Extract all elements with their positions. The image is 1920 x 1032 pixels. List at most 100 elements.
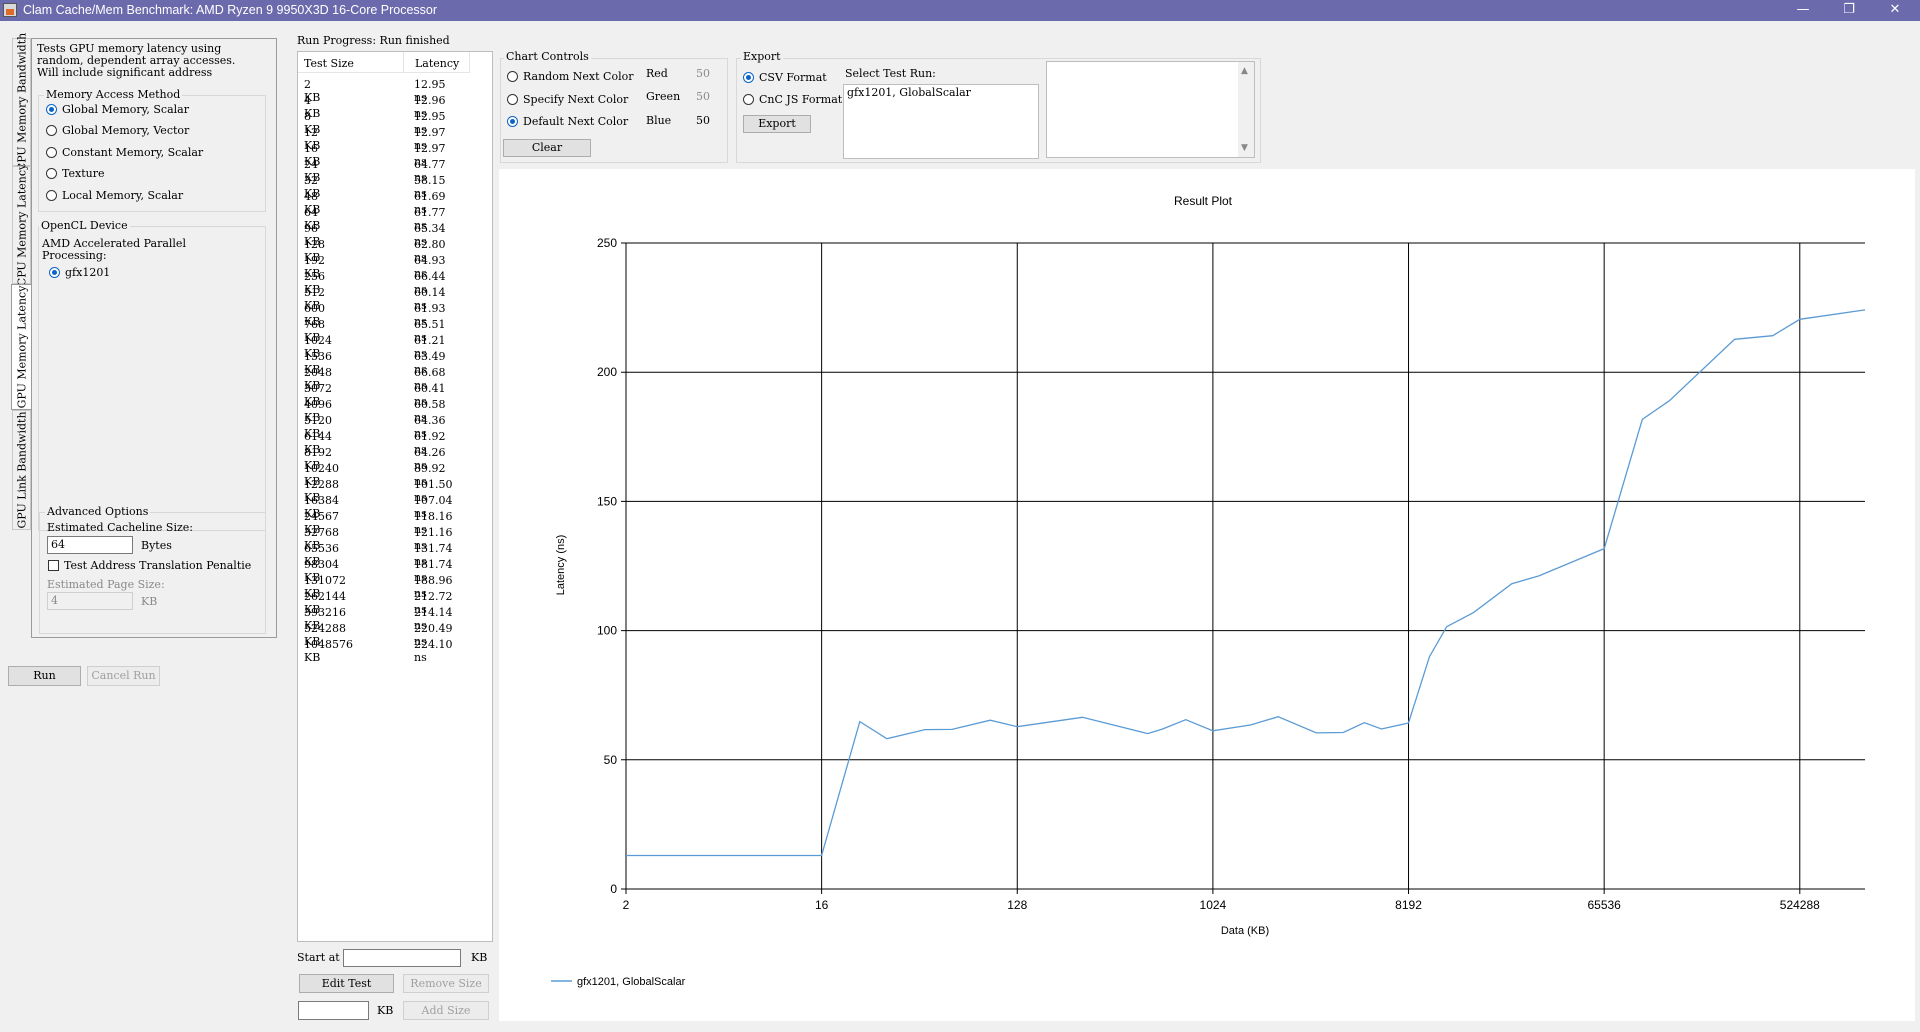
tlb-checkbox[interactable] [48,560,59,571]
cancel-run-button[interactable]: Cancel Run [87,666,160,686]
green-value[interactable]: 50 [696,90,710,103]
red-value[interactable]: 50 [696,67,710,80]
y-axis-label: Latency (ns) [555,535,567,596]
app-icon [3,3,17,17]
test-size-cell: 1048576 KB [304,638,353,664]
tlb-label: Test Address Translation Penaltie [64,559,252,572]
add-size-button[interactable]: Add Size [403,1001,489,1020]
x-tick-label: 65536 [1587,898,1621,912]
export-title: Export [741,50,783,63]
tab-gpu-memory-latency[interactable]: GPU Memory Latency [11,284,32,410]
radio-local-scalar[interactable] [46,190,57,201]
scroll-up-icon[interactable]: ▲ [1241,66,1248,76]
x-tick-label: 524288 [1780,898,1820,912]
y-tick-label: 100 [597,624,617,638]
label-csv-format: CSV Format [759,71,827,84]
label-device-gfx1201: gfx1201 [65,266,111,279]
label-constant-scalar: Constant Memory, Scalar [62,146,204,159]
tab-cpu-memory-bandwidth[interactable]: CPU Memory Bandwidth [12,33,31,171]
latency-cell: 224.10 ns [414,638,453,664]
results-header: Test Size Latency [298,52,470,73]
x-tick-label: 128 [1007,898,1027,912]
cacheline-input[interactable]: 64 [47,536,133,554]
start-at-input[interactable] [343,949,461,967]
size-input[interactable] [298,1001,369,1020]
radio-cnc-format[interactable] [743,94,754,105]
test-run-list[interactable]: gfx1201, GlobalScalar [843,84,1039,159]
x-tick-label: 16 [815,898,829,912]
minimize-button[interactable]: — [1780,0,1826,21]
radio-global-vector[interactable] [46,125,57,136]
start-at-unit: KB [471,951,488,964]
x-tick-label: 2 [623,898,630,912]
scroll-down-icon[interactable]: ▼ [1241,143,1248,153]
maximize-button[interactable]: ❐ [1826,0,1872,21]
cacheline-unit: Bytes [141,539,172,552]
run-progress: Run Progress: Run finished [297,34,450,47]
export-output-box[interactable]: ▲ ▼ [1046,61,1255,158]
label-local-scalar: Local Memory, Scalar [62,189,184,202]
blue-label: Blue [646,114,672,127]
settings-page: Tests GPU memory latency using random, d… [31,38,277,638]
radio-constant-scalar[interactable] [46,147,57,158]
x-tick-label: 1024 [1200,898,1227,912]
radio-specify-color[interactable] [507,94,518,105]
legend-entry[interactable]: gfx1201, GlobalScalar [577,976,686,988]
header-latency[interactable]: Latency [415,57,459,70]
chart-grid [621,242,1865,894]
edit-test-button[interactable]: Edit Test [299,974,394,993]
opencl-device-title: OpenCL Device [39,219,130,232]
y-tick-label: 50 [604,753,618,767]
chart-controls-title: Chart Controls [504,50,591,63]
label-cnc-format: CnC JS Format [759,93,843,106]
label-random-color: Random Next Color [523,70,634,83]
radio-global-scalar[interactable] [46,104,57,115]
radio-texture[interactable] [46,168,57,179]
label-texture: Texture [62,167,105,180]
cacheline-label: Estimated Cacheline Size: [47,521,193,534]
y-tick-label: 150 [597,494,617,508]
x-tick-label: 8192 [1395,898,1422,912]
red-label: Red [646,67,668,80]
chart-ticks: 0 50 100 150 200 250 2 16 128 1024 8192 65536 524288 [597,236,1820,912]
label-specify-color: Specify Next Color [523,93,629,106]
chart-series [626,309,1866,857]
close-button[interactable]: ✕ [1872,0,1918,21]
title-bar: Clam Cache/Mem Benchmark: AMD Ryzen 9 99… [0,0,1920,21]
start-at-label: Start at [297,951,340,964]
label-default-color: Default Next Color [523,115,629,128]
test-run-item[interactable]: gfx1201, GlobalScalar [847,86,971,99]
clear-button[interactable]: Clear [503,139,591,157]
memory-access-title: Memory Access Method [44,88,183,101]
tab-cpu-memory-latency[interactable]: CPU Memory Latency [12,164,31,286]
export-button[interactable]: Export [743,115,811,133]
radio-csv-format[interactable] [743,72,754,83]
run-button[interactable]: Run [8,666,81,686]
tab-gpu-link-bandwidth[interactable]: GPU Link Bandwidth [12,410,31,530]
result-plot: Result Plot Data (KB) Latency (ns) 0 50 10… [551,194,1866,988]
label-global-vector: Global Memory, Vector [62,124,190,137]
remove-size-button[interactable]: Remove Size [403,974,489,993]
y-tick-label: 0 [610,882,617,896]
label-global-scalar: Global Memory, Scalar [62,103,189,116]
chart-title: Result Plot [1174,194,1233,208]
select-run-label: Select Test Run: [845,67,936,80]
y-tick-label: 200 [597,365,617,379]
radio-default-color[interactable] [507,116,518,127]
header-test-size[interactable]: Test Size [304,57,354,70]
page-size-unit: KB [141,595,158,608]
results-list[interactable]: Test Size Latency 2 KB 12.95 ns 4 KB 12.96 … [297,51,493,942]
radio-device-gfx1201[interactable] [49,267,60,278]
x-axis-label: Data (KB) [1221,925,1269,937]
page-size-input[interactable]: 4 [47,592,133,610]
advanced-options-title: Advanced Options [45,505,151,518]
green-label: Green [646,90,681,103]
window-title: Clam Cache/Mem Benchmark: AMD Ryzen 9 99… [23,3,438,17]
result-plot-area: Result Plot Data (KB) Latency (ns) 0 50 10… [499,169,1915,1021]
series-line [626,309,1866,857]
radio-random-color[interactable] [507,71,518,82]
page-size-label: Estimated Page Size: [47,578,165,591]
output-scrollbar[interactable]: ▲ ▼ [1238,62,1254,157]
size-unit: KB [377,1004,394,1017]
blue-value[interactable]: 50 [696,114,710,127]
